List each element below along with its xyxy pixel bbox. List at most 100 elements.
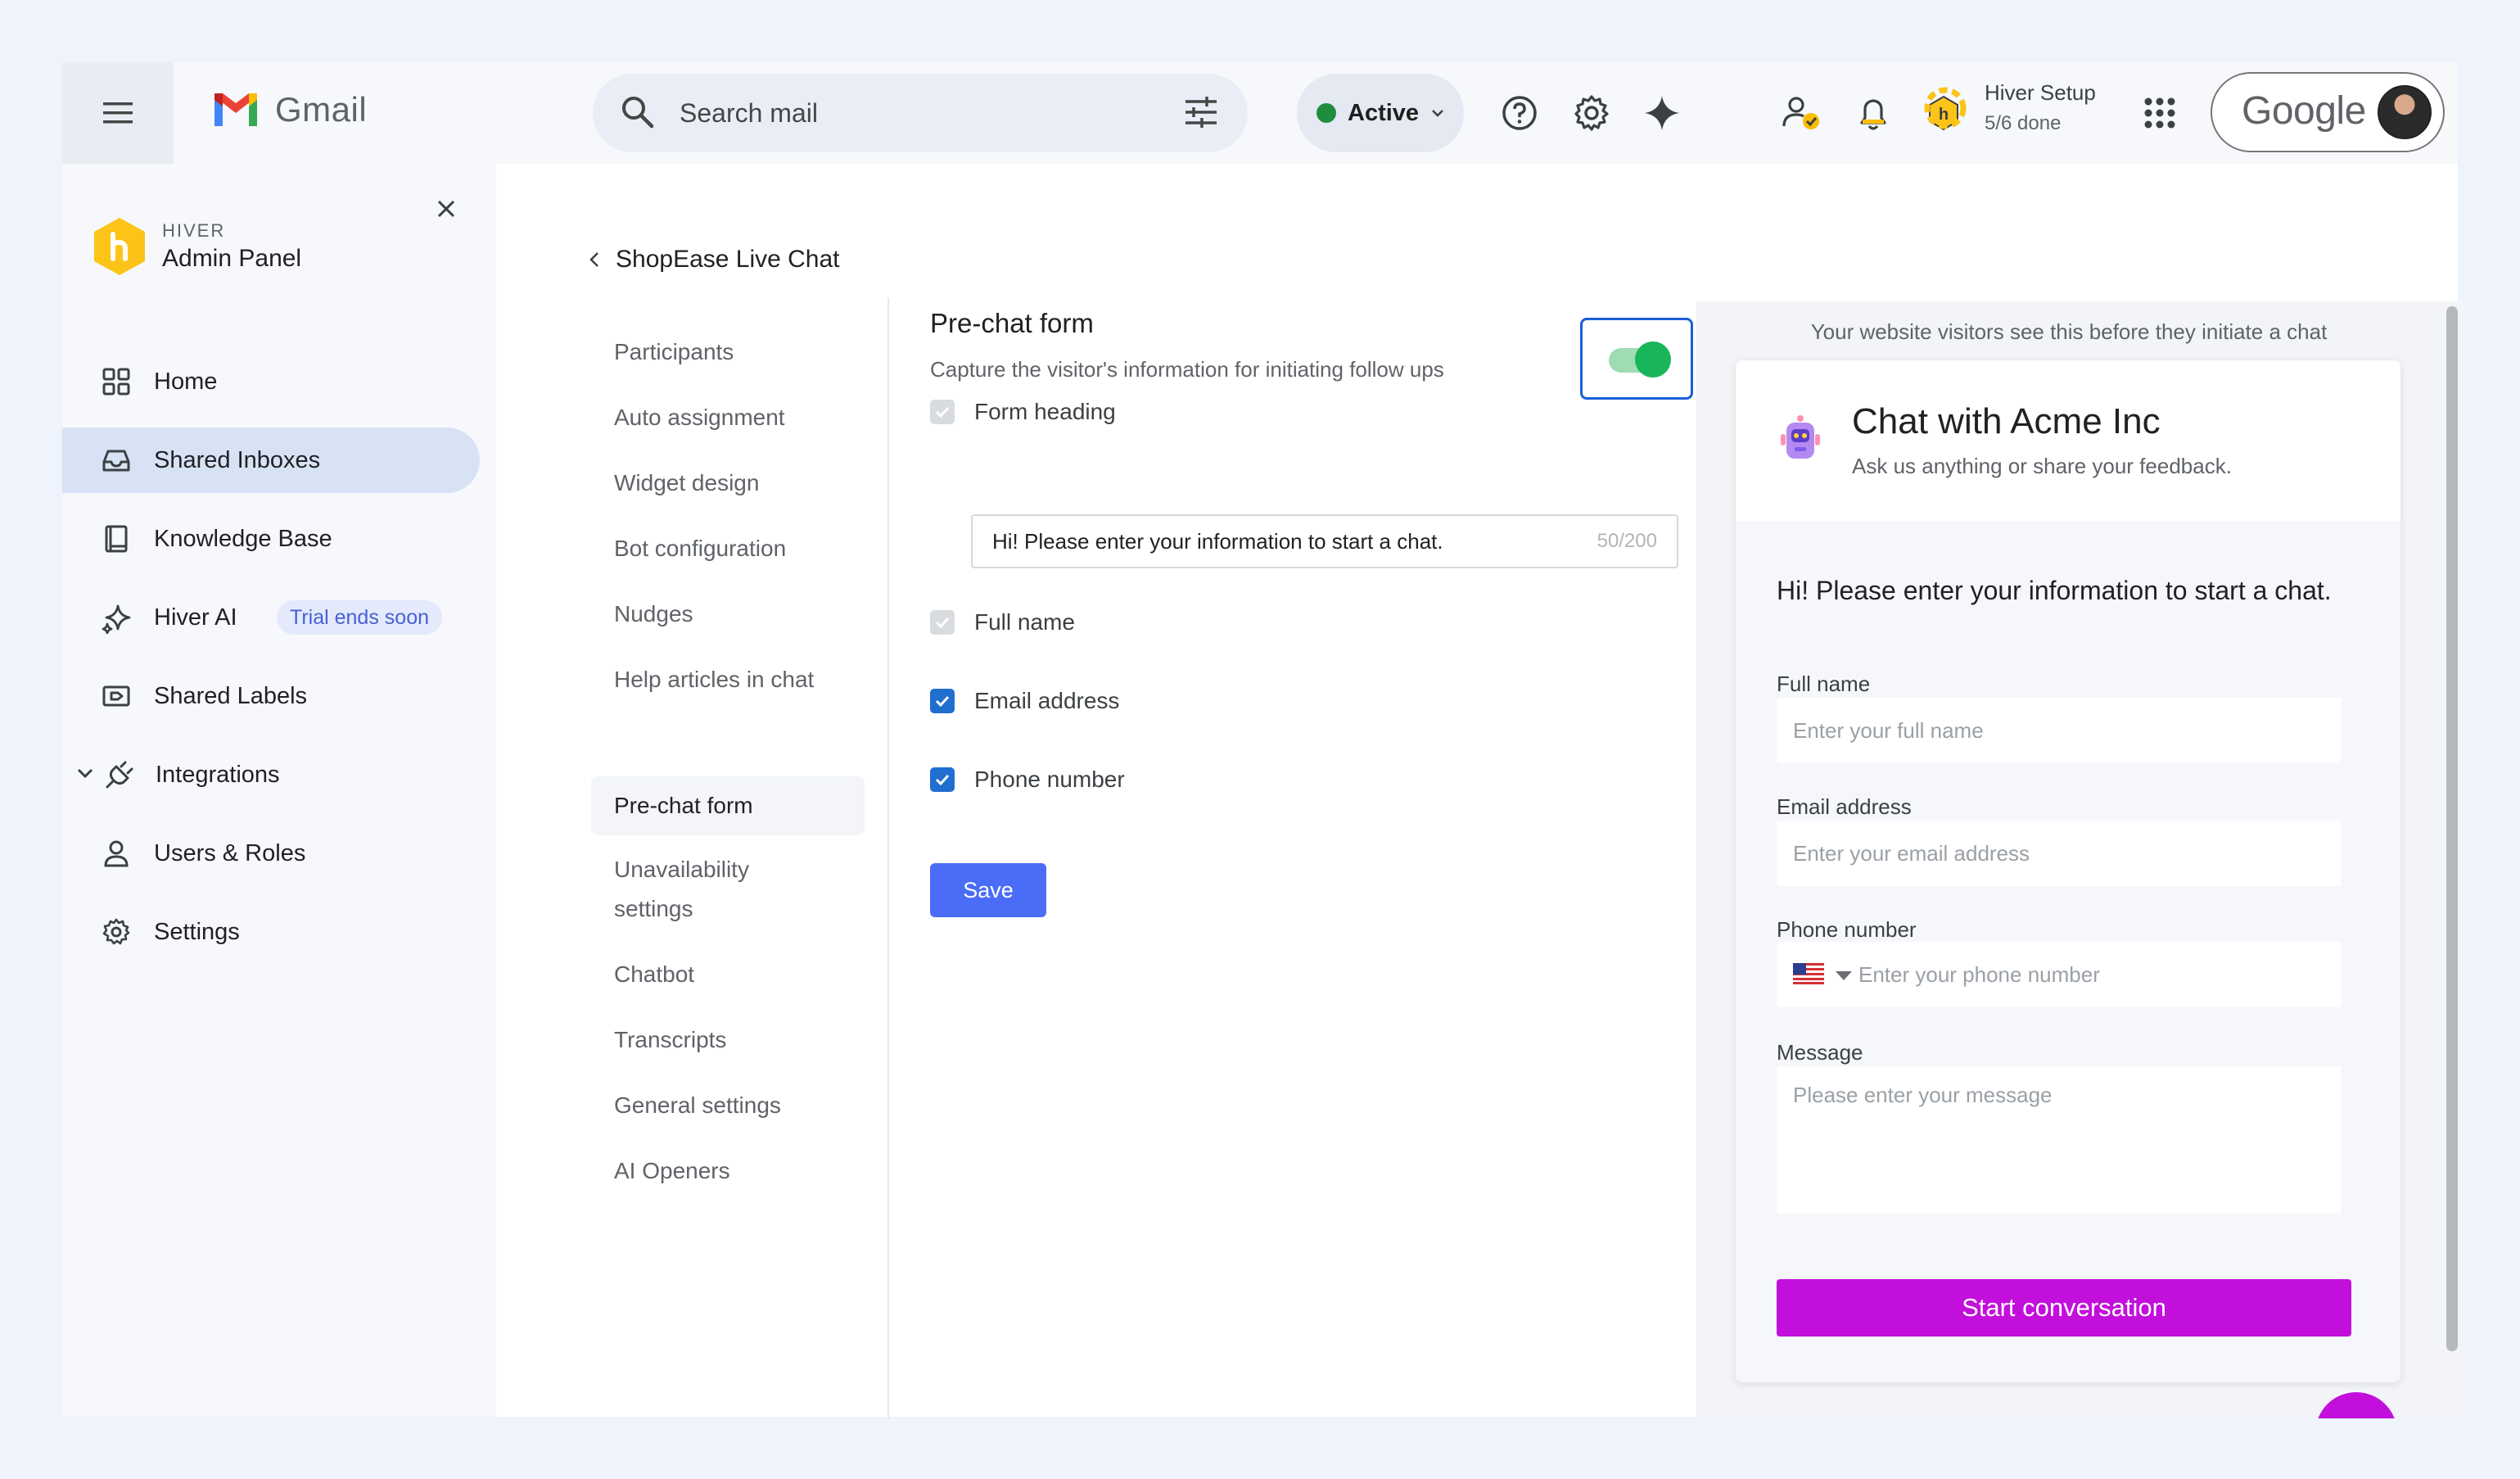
sidebar-item-settings[interactable]: Settings: [62, 899, 480, 965]
subnav-item-pre-chat-form[interactable]: Pre-chat form: [591, 776, 865, 835]
scrollbar[interactable]: [2446, 306, 2458, 1351]
bell-icon[interactable]: [1854, 93, 1893, 133]
sidebar-item-knowledge-base[interactable]: Knowledge Base: [62, 506, 480, 572]
subnav-item-auto-assignment[interactable]: Auto assignment: [591, 398, 865, 437]
section-subtitle: Capture the visitor's information for in…: [930, 357, 1444, 382]
start-conversation-button[interactable]: Start conversation: [1777, 1279, 2351, 1337]
gear-icon: [102, 917, 131, 947]
close-icon[interactable]: [436, 198, 457, 219]
subnav-item-unavailability-settings[interactable]: Unavailability settings: [591, 850, 804, 929]
phone-label: Phone number: [1777, 917, 1917, 942]
tune-icon[interactable]: [1182, 93, 1220, 131]
gmail-topbar: Gmail Active: [62, 62, 2458, 164]
sidebar-item-home[interactable]: Home: [62, 349, 480, 414]
subnav-item-chatbot[interactable]: Chatbot: [591, 955, 865, 994]
hiver-brand: HIVER: [162, 220, 226, 241]
sidebar-item-hiver-ai[interactable]: Hiver AI Trial ends soon: [62, 585, 480, 650]
save-button[interactable]: Save: [930, 863, 1046, 917]
help-icon[interactable]: [1500, 93, 1539, 133]
setup-title: Hiver Setup: [1985, 80, 2096, 105]
sidebar-item-shared-labels[interactable]: Shared Labels: [62, 663, 480, 729]
form-heading-input[interactable]: Hi! Please enter your information to sta…: [971, 514, 1678, 568]
channel-title: ShopEase Live Chat: [616, 246, 840, 273]
sidebar-item-label: Shared Labels: [154, 682, 308, 709]
us-flag-icon[interactable]: [1793, 963, 1824, 984]
gmail-logo[interactable]: Gmail: [211, 90, 367, 129]
country-dropdown-caret[interactable]: [1836, 971, 1852, 980]
form-heading-value: Hi! Please enter your information to sta…: [992, 528, 1443, 554]
admin-panel-title: Admin Panel: [162, 245, 302, 272]
preview-note: Your website visitors see this before th…: [1810, 319, 2328, 344]
checkbox-label: Full name: [974, 609, 1075, 635]
form-heading-checkbox[interactable]: [930, 400, 955, 424]
sidebar-item-label: Users & Roles: [154, 839, 306, 866]
pre-chat-form-toggle[interactable]: [1580, 318, 1693, 400]
subnav-item-widget-design[interactable]: Widget design: [591, 464, 865, 503]
search-bar[interactable]: [593, 74, 1248, 152]
subnav-item-nudges[interactable]: Nudges: [591, 595, 865, 634]
section-title: Pre-chat form: [930, 308, 1094, 338]
email-label: Email address: [1777, 794, 1912, 819]
sidebar-item-label: Home: [154, 368, 218, 395]
chevron-left-icon: [588, 251, 601, 269]
sidebar-item-label: Knowledge Base: [154, 525, 332, 552]
hiver-logo-icon: [92, 216, 147, 277]
field-phone-number: Phone number: [930, 767, 1125, 793]
main-menu-button[interactable]: [62, 62, 174, 164]
avatar[interactable]: [2378, 85, 2432, 139]
search-icon[interactable]: [619, 93, 657, 131]
chat-launcher-button[interactable]: [2315, 1392, 2397, 1418]
apps-grid-icon[interactable]: [2140, 93, 2179, 133]
sidebar-item-users-roles[interactable]: Users & Roles: [62, 821, 480, 886]
grid-icon: [102, 367, 131, 396]
subnav-item-general-settings[interactable]: General settings: [591, 1086, 865, 1125]
status-dropdown[interactable]: Active: [1297, 74, 1464, 152]
sidebar-item-label: Settings: [154, 918, 240, 945]
sidebar-item-label: Integrations: [156, 761, 280, 788]
subnav-item-transcripts[interactable]: Transcripts: [591, 1020, 865, 1060]
phone-field: [1777, 942, 2342, 1007]
subnav-item-help-articles[interactable]: Help articles in chat: [591, 660, 865, 699]
person-check-icon[interactable]: [1782, 93, 1821, 133]
checkbox-label: Form heading: [974, 399, 1116, 424]
hiver-setup-progress[interactable]: Hiver Setup 5/6 done: [1922, 80, 2096, 135]
field-full-name: Full name: [930, 609, 1075, 635]
settings-icon[interactable]: [1572, 93, 1611, 133]
chevron-down-icon[interactable]: [75, 763, 95, 783]
user-icon: [102, 839, 131, 868]
subnav-item-ai-openers[interactable]: AI Openers: [591, 1151, 865, 1191]
subnav-item-participants[interactable]: Participants: [591, 332, 865, 372]
checkbox-label: Phone number: [974, 767, 1125, 792]
message-label: Message: [1777, 1040, 1863, 1065]
phone-input[interactable]: [1858, 942, 2325, 1007]
account-switcher[interactable]: Google: [2211, 72, 2445, 152]
subnav-item-bot-configuration[interactable]: Bot configuration: [591, 529, 865, 568]
email-field[interactable]: [1777, 821, 2342, 886]
ai-sparkle-icon: [102, 603, 133, 634]
status-dot: [1316, 103, 1336, 123]
back-button[interactable]: ShopEase Live Chat: [588, 246, 840, 274]
label-icon: [102, 681, 131, 711]
sidebar-item-integrations[interactable]: Integrations: [62, 742, 480, 807]
account-label: Google: [2242, 89, 2366, 133]
sparkle-icon[interactable]: [1642, 93, 1682, 133]
full-name-checkbox[interactable]: [930, 610, 955, 635]
sidebar-item-shared-inboxes[interactable]: Shared Inboxes: [62, 427, 480, 493]
message-field[interactable]: [1777, 1066, 2342, 1214]
search-input[interactable]: [680, 92, 1138, 134]
status-label: Active: [1348, 99, 1420, 126]
plug-icon: [105, 760, 134, 791]
chat-header: Chat with Acme Inc Ask us anything or sh…: [1736, 360, 2400, 521]
progress-ring-icon: [1922, 85, 1968, 131]
fullname-field[interactable]: [1777, 698, 2342, 763]
inbox-icon: [102, 446, 131, 475]
sidebar-item-label: Shared Inboxes: [154, 446, 321, 473]
field-email-address: Email address: [930, 688, 1119, 714]
gmail-m-icon: [211, 90, 260, 129]
pre-chat-form-settings: Pre-chat form Capture the visitor's info…: [930, 308, 1683, 382]
field-form-heading: Form heading: [930, 399, 1116, 425]
toggle-knob: [1635, 341, 1671, 378]
app-window: Gmail Active: [62, 62, 2466, 1418]
phone-number-checkbox[interactable]: [930, 767, 955, 792]
email-address-checkbox[interactable]: [930, 689, 955, 713]
